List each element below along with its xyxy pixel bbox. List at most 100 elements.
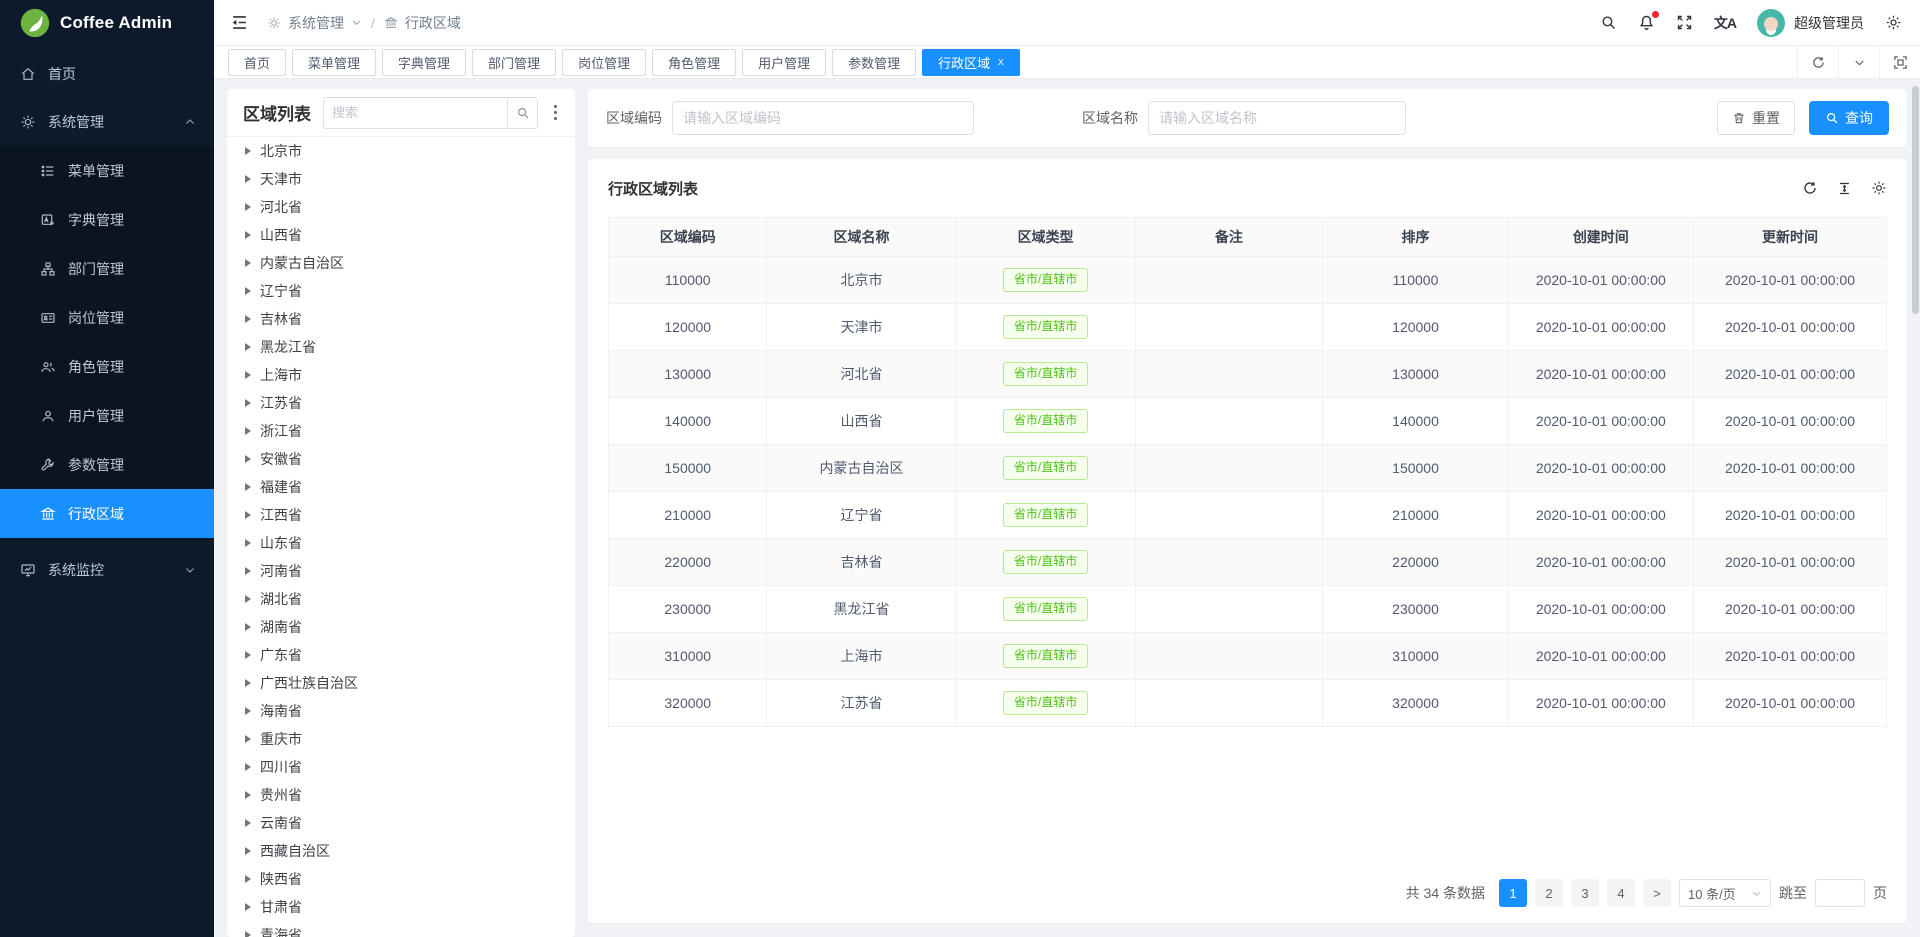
tree-item[interactable]: 天津市 [227,165,575,193]
tree-item[interactable]: 陕西省 [227,865,575,893]
sidebar-item-administrative-region[interactable]: 行政区域 [0,489,214,538]
tree-item[interactable]: 贵州省 [227,781,575,809]
region-code-input[interactable] [672,101,974,135]
jump-to-page-input[interactable] [1815,879,1865,907]
caret-right-icon[interactable] [245,679,251,687]
tree-item[interactable]: 浙江省 [227,417,575,445]
tab-role-management[interactable]: 角色管理 [652,49,736,76]
tree-item[interactable]: 黑龙江省 [227,333,575,361]
kebab-menu-icon[interactable] [547,105,563,120]
tree-item[interactable]: 福建省 [227,473,575,501]
next-page-button[interactable]: > [1643,879,1671,907]
caret-right-icon[interactable] [245,707,251,715]
table-row[interactable]: 130000 河北省 省市/直辖市 130000 2020-10-01 00:0… [609,351,1887,398]
sidebar-item-home[interactable]: 首页 [0,50,214,98]
sidebar-item-menu-management[interactable]: 菜单管理 [0,146,214,195]
reset-button[interactable]: 重置 [1717,101,1795,135]
caret-right-icon[interactable] [245,259,251,267]
caret-right-icon[interactable] [245,343,251,351]
caret-right-icon[interactable] [245,539,251,547]
column-settings-gear-icon[interactable] [1871,180,1887,196]
page-button-1[interactable]: 1 [1499,879,1527,907]
caret-right-icon[interactable] [245,175,251,183]
tree-item[interactable]: 河南省 [227,557,575,585]
tree-item[interactable]: 上海市 [227,361,575,389]
table-row[interactable]: 320000 江苏省 省市/直辖市 320000 2020-10-01 00:0… [609,680,1887,727]
caret-right-icon[interactable] [245,455,251,463]
tab-user-management[interactable]: 用户管理 [742,49,826,76]
tree-item[interactable]: 青海省 [227,921,575,937]
sidebar-item-system-monitor[interactable]: 系统监控 [0,546,214,594]
sidebar-item-system-management[interactable]: 系统管理 [0,98,214,146]
menu-fold-icon[interactable] [230,13,249,32]
table-row[interactable]: 210000 辽宁省 省市/直辖市 210000 2020-10-01 00:0… [609,492,1887,539]
table-row[interactable]: 120000 天津市 省市/直辖市 120000 2020-10-01 00:0… [609,304,1887,351]
caret-right-icon[interactable] [245,623,251,631]
tree-item[interactable]: 山东省 [227,529,575,557]
table-row[interactable]: 230000 黑龙江省 省市/直辖市 230000 2020-10-01 00:… [609,586,1887,633]
tree-item[interactable]: 海南省 [227,697,575,725]
caret-right-icon[interactable] [245,147,251,155]
page-button-4[interactable]: 4 [1607,879,1635,907]
sidebar-item-department-management[interactable]: 部门管理 [0,244,214,293]
tree-item[interactable]: 河北省 [227,193,575,221]
tree-item[interactable]: 云南省 [227,809,575,837]
tab-menu-management[interactable]: 菜单管理 [292,49,376,76]
fullscreen-icon[interactable] [1676,14,1693,31]
tab-post-management[interactable]: 岗位管理 [562,49,646,76]
caret-right-icon[interactable] [245,287,251,295]
sidebar-item-post-management[interactable]: 岗位管理 [0,293,214,342]
tab-department-management[interactable]: 部门管理 [472,49,556,76]
tree-item[interactable]: 重庆市 [227,725,575,753]
tree-item[interactable]: 广东省 [227,641,575,669]
tree-item[interactable]: 安徽省 [227,445,575,473]
table-row[interactable]: 150000 内蒙古自治区 省市/直辖市 150000 2020-10-01 0… [609,445,1887,492]
tree-item[interactable]: 北京市 [227,137,575,165]
table-row[interactable]: 220000 吉林省 省市/直辖市 220000 2020-10-01 00:0… [609,539,1887,586]
tree-item[interactable]: 西藏自治区 [227,837,575,865]
tree-item[interactable]: 吉林省 [227,305,575,333]
query-button[interactable]: 查询 [1809,101,1889,135]
caret-right-icon[interactable] [245,567,251,575]
row-density-icon[interactable] [1837,181,1852,196]
refresh-icon[interactable] [1797,46,1838,78]
table-row[interactable]: 310000 上海市 省市/直辖市 310000 2020-10-01 00:0… [609,633,1887,680]
caret-right-icon[interactable] [245,931,251,937]
caret-right-icon[interactable] [245,791,251,799]
caret-right-icon[interactable] [245,511,251,519]
region-name-input[interactable] [1148,101,1406,135]
caret-right-icon[interactable] [245,735,251,743]
caret-right-icon[interactable] [245,651,251,659]
sidebar-item-user-management[interactable]: 用户管理 [0,391,214,440]
page-size-select[interactable]: 10 条/页 [1679,879,1771,907]
notification-bell-icon[interactable] [1638,14,1655,31]
tree-item[interactable]: 内蒙古自治区 [227,249,575,277]
page-scrollbar[interactable] [1912,6,1919,931]
tree-item[interactable]: 四川省 [227,753,575,781]
tree-item[interactable]: 广西壮族自治区 [227,669,575,697]
tab-parameter-management[interactable]: 参数管理 [832,49,916,76]
breadcrumb-parent[interactable]: 系统管理 [288,13,344,33]
app-logo[interactable]: Coffee Admin [0,0,214,46]
translate-icon[interactable]: 文A [1714,13,1736,33]
tree-item[interactable]: 辽宁省 [227,277,575,305]
user-menu[interactable]: 超级管理员 [1757,9,1864,37]
tree-item[interactable]: 山西省 [227,221,575,249]
caret-right-icon[interactable] [245,847,251,855]
sidebar-item-dictionary-management[interactable]: 字典管理 [0,195,214,244]
caret-right-icon[interactable] [245,483,251,491]
search-icon[interactable] [1600,14,1617,31]
caret-right-icon[interactable] [245,399,251,407]
caret-right-icon[interactable] [245,427,251,435]
tab-close-icon[interactable]: x [998,56,1004,68]
caret-right-icon[interactable] [245,763,251,771]
caret-right-icon[interactable] [245,819,251,827]
tree-item[interactable]: 江西省 [227,501,575,529]
sidebar-item-role-management[interactable]: 角色管理 [0,342,214,391]
settings-gear-icon[interactable] [1885,14,1902,31]
caret-right-icon[interactable] [245,875,251,883]
tab-home[interactable]: 首页 [228,49,286,76]
search-icon[interactable] [507,98,537,128]
caret-right-icon[interactable] [245,231,251,239]
tree-item[interactable]: 江苏省 [227,389,575,417]
